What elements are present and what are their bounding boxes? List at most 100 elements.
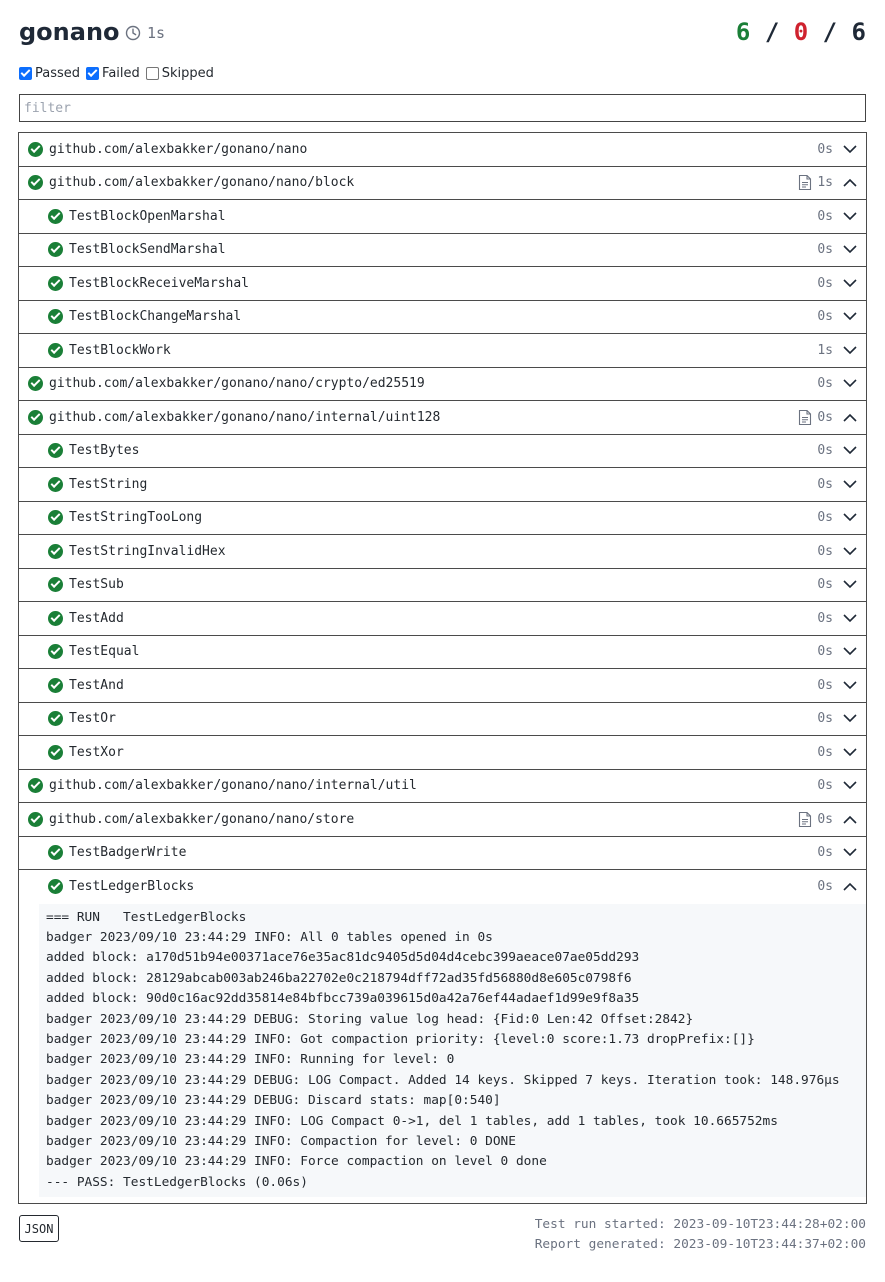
- package-name: github.com/alexbakker/gonano/nano/crypto…: [49, 376, 425, 392]
- chevron-up-icon[interactable]: [843, 882, 857, 891]
- log-line: added block: 90d0c16ac92dd35814e84bfbcc7…: [46, 991, 640, 1007]
- chevron-down-icon[interactable]: [843, 480, 857, 489]
- test-row[interactable]: TestStringInvalidHex 0s: [19, 535, 866, 569]
- test-name: TestBytes: [69, 443, 140, 459]
- package-row[interactable]: github.com/alexbakker/gonano/nano 0s: [19, 133, 866, 167]
- log-line: badger 2023/09/10 23:44:29 INFO: Force c…: [46, 1154, 547, 1170]
- test-row[interactable]: TestBlockReceiveMarshal 0s: [19, 267, 866, 301]
- test-row[interactable]: TestBlockWork 1s: [19, 334, 866, 368]
- failed-filter[interactable]: Failed: [86, 66, 140, 81]
- pass-check-icon: [28, 409, 43, 425]
- test-row[interactable]: TestBlockChangeMarshal 0s: [19, 301, 866, 334]
- test-name: TestEqual: [69, 644, 140, 660]
- test-name: TestSub: [69, 577, 124, 593]
- chevron-down-icon[interactable]: [843, 748, 857, 757]
- duration: 0s: [817, 510, 833, 526]
- chevron-down-icon[interactable]: [843, 848, 857, 857]
- result-counts: 6 / 0 / 6: [736, 18, 866, 46]
- output-file-icon[interactable]: [798, 811, 812, 828]
- chevron-down-icon[interactable]: [843, 346, 857, 355]
- test-output-log: === RUN TestLedgerBlocks badger 2023/09/1…: [39, 903, 866, 1198]
- passed-checkbox[interactable]: [19, 67, 32, 80]
- duration: 0s: [817, 711, 833, 727]
- pass-check-icon: [28, 141, 43, 157]
- duration: 0s: [817, 744, 833, 760]
- pass-check-icon: [28, 778, 43, 794]
- chevron-up-icon[interactable]: [843, 815, 857, 824]
- failed-checkbox[interactable]: [86, 67, 100, 80]
- log-line: added block: 28129abcab003ab246ba22702e0…: [46, 970, 632, 986]
- pass-check-icon: [48, 342, 63, 358]
- skipped-filter[interactable]: Skipped: [145, 66, 214, 81]
- package-row[interactable]: github.com/alexbakker/gonano/nano/store 0…: [19, 803, 866, 837]
- package-name: github.com/alexbakker/gonano/nano/intern…: [49, 409, 441, 425]
- test-row[interactable]: TestBytes 0s: [19, 435, 866, 468]
- test-row[interactable]: TestEqual 0s: [19, 636, 866, 669]
- test-name: TestBlockSendMarshal: [69, 242, 226, 258]
- chevron-down-icon[interactable]: [843, 547, 857, 556]
- chevron-down-icon[interactable]: [843, 312, 857, 321]
- total-count: 6: [851, 18, 866, 46]
- pass-check-icon: [48, 610, 63, 626]
- test-row[interactable]: TestAdd 0s: [19, 602, 866, 636]
- chevron-down-icon[interactable]: [843, 614, 857, 623]
- test-name: TestStringInvalidHex: [69, 543, 226, 559]
- test-row[interactable]: TestLedgerBlocks 0s: [19, 870, 866, 904]
- total-duration-value: 1s: [147, 24, 166, 42]
- chevron-down-icon[interactable]: [843, 513, 857, 522]
- filter-input[interactable]: [19, 94, 866, 122]
- test-results-list: github.com/alexbakker/gonano/nano 0s githu…: [18, 132, 867, 1205]
- pass-check-icon: [48, 577, 63, 593]
- chevron-down-icon[interactable]: [843, 145, 857, 154]
- chevron-down-icon[interactable]: [843, 212, 857, 221]
- duration: 0s: [817, 778, 833, 794]
- test-row[interactable]: TestAnd 0s: [19, 669, 866, 703]
- duration: 0s: [817, 610, 833, 626]
- report-title: gonano: [19, 18, 120, 46]
- package-row[interactable]: github.com/alexbakker/gonano/nano/intern…: [19, 401, 866, 435]
- log-line: --- PASS: TestLedgerBlocks (0.06s): [46, 1174, 308, 1190]
- package-row[interactable]: github.com/alexbakker/gonano/nano/intern…: [19, 770, 866, 803]
- json-button[interactable]: JSON: [19, 1215, 59, 1242]
- test-row[interactable]: TestBadgerWrite 0s: [19, 837, 866, 870]
- pass-check-icon: [48, 208, 63, 224]
- test-name: TestXor: [69, 744, 124, 760]
- log-line: === RUN TestLedgerBlocks: [46, 909, 247, 925]
- pass-check-icon: [48, 677, 63, 693]
- chevron-down-icon[interactable]: [843, 379, 857, 388]
- test-row[interactable]: TestXor 0s: [19, 736, 866, 770]
- test-row[interactable]: TestStringTooLong 0s: [19, 502, 866, 535]
- log-line: badger 2023/09/10 23:44:29 INFO: Running…: [46, 1052, 455, 1068]
- failed-filter-label: Failed: [102, 66, 140, 81]
- pass-check-icon: [48, 711, 63, 727]
- test-row[interactable]: TestBlockOpenMarshal 0s: [19, 200, 866, 234]
- test-row[interactable]: TestString 0s: [19, 468, 866, 502]
- test-name: TestBlockReceiveMarshal: [69, 275, 250, 291]
- skipped-checkbox[interactable]: [145, 67, 159, 80]
- duration: 0s: [817, 677, 833, 693]
- chevron-down-icon[interactable]: [843, 446, 857, 455]
- chevron-down-icon[interactable]: [843, 245, 857, 254]
- chevron-down-icon[interactable]: [843, 714, 857, 723]
- test-row[interactable]: TestBlockSendMarshal 0s: [19, 234, 866, 267]
- package-row[interactable]: github.com/alexbakker/gonano/nano/block 1…: [19, 167, 866, 200]
- duration: 0s: [817, 443, 833, 459]
- chevron-up-icon[interactable]: [843, 413, 857, 422]
- chevron-down-icon[interactable]: [843, 279, 857, 288]
- chevron-down-icon[interactable]: [843, 681, 857, 690]
- test-row[interactable]: TestOr 0s: [19, 703, 866, 736]
- count-separator: /: [822, 18, 838, 46]
- test-row[interactable]: TestSub 0s: [19, 569, 866, 602]
- log-line: badger 2023/09/10 23:44:29 INFO: Compact…: [46, 1133, 516, 1149]
- test-name: TestStringTooLong: [69, 510, 203, 526]
- output-file-icon[interactable]: [798, 174, 812, 191]
- output-file-icon[interactable]: [798, 409, 812, 426]
- log-line: added block: a170d51b94e00371ace76e35ac8…: [46, 950, 640, 966]
- chevron-down-icon[interactable]: [843, 647, 857, 656]
- chevron-up-icon[interactable]: [843, 178, 857, 187]
- package-row[interactable]: github.com/alexbakker/gonano/nano/crypto…: [19, 368, 866, 401]
- passed-filter[interactable]: Passed: [19, 66, 80, 81]
- chevron-down-icon[interactable]: [843, 580, 857, 589]
- chevron-down-icon[interactable]: [843, 781, 857, 790]
- log-line: badger 2023/09/10 23:44:29 DEBUG: Storin…: [46, 1011, 694, 1027]
